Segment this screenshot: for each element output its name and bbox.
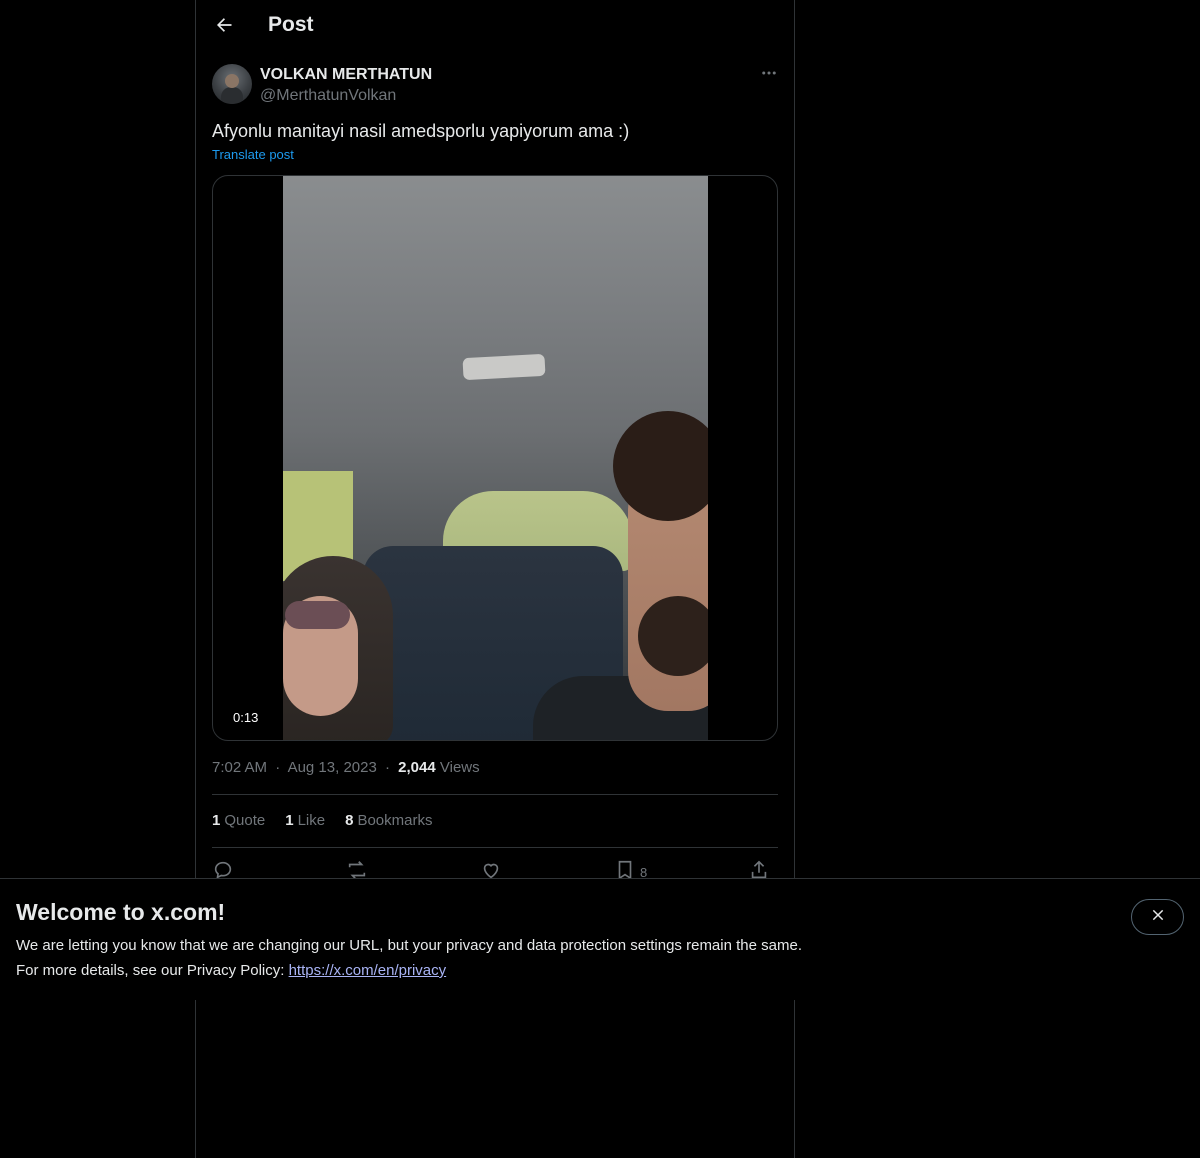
views-label: Views bbox=[439, 759, 480, 776]
post-text: Afyonlu manitayi nasil amedsporlu yapiyo… bbox=[212, 121, 630, 141]
url-change-banner: Welcome to x.com! We are letting you kno… bbox=[0, 878, 1200, 1000]
post-time[interactable]: 7:02 AM bbox=[212, 759, 267, 776]
video-scene-beard bbox=[638, 596, 708, 676]
video-scene-hair bbox=[613, 411, 708, 521]
banner-message: We are letting you know that we are chan… bbox=[16, 937, 802, 954]
page-header: Post bbox=[196, 0, 794, 53]
stat-likes[interactable]: 1 Like bbox=[285, 812, 325, 829]
avatar-body bbox=[221, 87, 243, 104]
meta-separator: · bbox=[275, 759, 281, 776]
stat-label: Like bbox=[297, 812, 326, 829]
divider bbox=[212, 847, 778, 848]
close-icon bbox=[1150, 907, 1166, 928]
banner-close-button[interactable] bbox=[1131, 899, 1184, 935]
views-count: 2,044 bbox=[398, 759, 436, 776]
post-video[interactable]: 0:13 bbox=[212, 175, 778, 741]
more-button[interactable] bbox=[756, 62, 782, 88]
stat-label: Quote bbox=[224, 812, 266, 829]
video-duration-badge: 0:13 bbox=[225, 708, 267, 727]
stat-bookmarks[interactable]: 8 Bookmarks bbox=[345, 812, 432, 829]
video-frame bbox=[283, 176, 708, 740]
video-scene-light bbox=[462, 353, 546, 381]
back-button[interactable] bbox=[207, 10, 241, 44]
stat-number: 1 bbox=[285, 812, 294, 829]
page-title: Post bbox=[268, 13, 314, 36]
stat-number: 1 bbox=[212, 812, 221, 829]
stat-quotes[interactable]: 1 Quote bbox=[212, 812, 265, 829]
avatar[interactable] bbox=[212, 64, 252, 104]
post-date[interactable]: Aug 13, 2023 bbox=[288, 759, 377, 776]
author-name[interactable]: VOLKAN MERTHATUN bbox=[260, 66, 432, 84]
privacy-policy-link[interactable]: https://x.com/en/privacy bbox=[289, 962, 447, 979]
banner-privacy-line: For more details, see our Privacy Policy… bbox=[16, 962, 446, 979]
meta-separator: · bbox=[384, 759, 390, 776]
avatar-head bbox=[225, 74, 239, 88]
banner-privacy-prefix: For more details, see our Privacy Policy… bbox=[16, 962, 289, 979]
author-handle[interactable]: @MerthatunVolkan bbox=[260, 87, 396, 105]
stat-label: Bookmarks bbox=[357, 812, 433, 829]
stat-number: 8 bbox=[345, 812, 354, 829]
banner-title: Welcome to x.com! bbox=[16, 899, 226, 925]
translate-post-link[interactable]: Translate post bbox=[212, 147, 294, 162]
post-stats: 1 Quote 1 Like 8 Bookmarks bbox=[212, 812, 432, 829]
more-horizontal-icon bbox=[760, 64, 778, 87]
arrow-left-icon bbox=[214, 15, 234, 40]
divider bbox=[212, 794, 778, 795]
post-meta: 7:02 AM · Aug 13, 2023 · 2,044 Views bbox=[212, 759, 480, 776]
video-scene-sunglasses bbox=[285, 601, 350, 629]
